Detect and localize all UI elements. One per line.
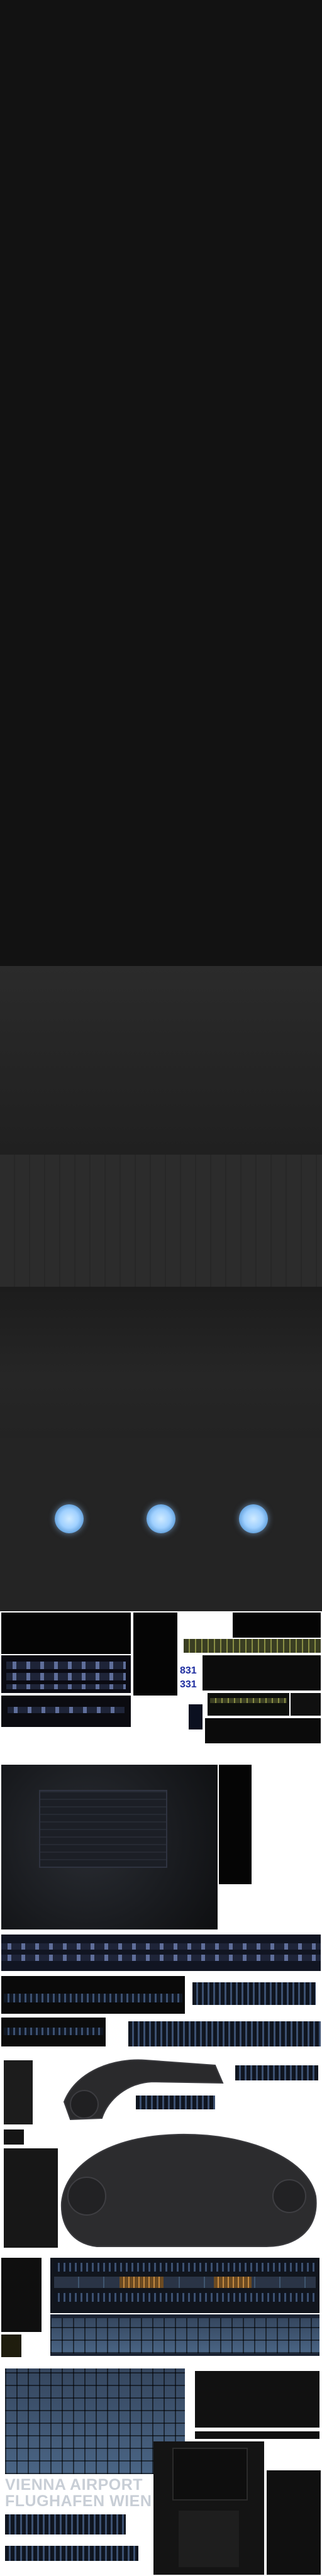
gate-number-bottom: 331 xyxy=(180,1679,197,1690)
texture-block-olive-tile xyxy=(1,2334,21,2357)
glass-strip xyxy=(4,2028,103,2035)
window-strip xyxy=(8,1707,125,1713)
glass-strip xyxy=(4,1994,182,2002)
building-front-frame xyxy=(172,2448,248,2501)
texture-block-facade-band xyxy=(1,1935,321,1971)
gate-number-top: 831 xyxy=(180,1665,197,1676)
facade-window-row xyxy=(1,1943,321,1950)
texture-block-dark-small xyxy=(4,2129,24,2145)
apron-light-3 xyxy=(239,1504,268,1533)
texture-block-black-right xyxy=(233,1613,321,1638)
orange-window-block-1 xyxy=(119,2277,164,2288)
texture-block-dark-row xyxy=(1,2018,106,2046)
texture-block-building-front xyxy=(153,2441,264,2575)
orange-window-row xyxy=(54,2277,316,2288)
texture-block-facade-orange xyxy=(50,2258,319,2313)
glass-row xyxy=(54,2293,316,2302)
texture-block-olive-strip xyxy=(184,1639,321,1653)
texture-band-panels xyxy=(0,1155,322,1287)
building-front-panel xyxy=(179,2511,239,2567)
roof-structure xyxy=(39,1790,167,1868)
texture-atlas-sheet: 831 331 VIENNA AIRPORT FLUGHAFEN WIEN xyxy=(0,1611,322,2576)
facade-window-row xyxy=(1,1955,321,1961)
texture-block-dark-panel xyxy=(203,1655,321,1690)
blue-facade-grid xyxy=(50,2318,319,2353)
window-strip xyxy=(6,1662,126,1669)
glass-row xyxy=(54,2263,316,2272)
texture-block-small-blue xyxy=(189,1704,203,1729)
roof-hub-2 xyxy=(272,2179,306,2213)
orange-window-block-2 xyxy=(214,2277,252,2288)
texture-block-dark-column xyxy=(4,2060,33,2124)
window-strip xyxy=(6,1673,126,1680)
texture-block-dark-panel-3 xyxy=(291,1693,321,1716)
texture-block-glass-mid xyxy=(128,2021,321,2046)
texture-block-dark-column-2 xyxy=(4,2148,58,2248)
texture-block-glass-right xyxy=(192,1982,316,2005)
texture-blank-dark-area xyxy=(0,0,322,966)
texture-block-terminal-roof xyxy=(1,1765,218,1929)
texture-block-black-tall xyxy=(133,1613,177,1696)
roof-hub xyxy=(67,2177,106,2216)
texture-block-windows-strip xyxy=(1,1696,131,1727)
window-strip xyxy=(6,1684,126,1689)
texture-band-concrete-1 xyxy=(0,966,322,1155)
texture-band-concrete-2 xyxy=(0,1287,322,1438)
gate-number-panel: 831 331 xyxy=(179,1657,201,1702)
texture-block-glass-right-2 xyxy=(235,2065,318,2080)
texture-block-dark-tall xyxy=(1,2258,42,2332)
apron-light-1 xyxy=(55,1504,84,1533)
apron-light-2 xyxy=(147,1504,175,1533)
texture-block-dark-lower xyxy=(205,1718,321,1743)
terminal-curved-roof-lower xyxy=(60,2133,317,2247)
terminal-curved-roof-upper xyxy=(63,2059,224,2121)
texture-block-dark-right-2 xyxy=(195,2431,319,2439)
texture-block-dark-right xyxy=(195,2371,319,2428)
texture-block-glass-bottom-2 xyxy=(5,2546,138,2561)
texture-block-dark-panel-2 xyxy=(208,1693,289,1716)
roof-ring xyxy=(70,2090,99,2119)
texture-block-glass-bottom-1 xyxy=(5,2514,126,2534)
texture-block-dark-wide xyxy=(1,1976,185,2014)
texture-block-black-small xyxy=(219,1765,252,1884)
texture-block-windows-blue xyxy=(1,1655,131,1693)
texture-block-dark-bottom-right xyxy=(267,2470,321,2575)
texture-block-blue-facade xyxy=(50,2314,319,2356)
texture-block-black xyxy=(1,1613,131,1654)
window-strip-olive xyxy=(210,1698,287,1703)
texture-band-lights xyxy=(0,1438,322,1611)
texture-block-glass-small xyxy=(136,2096,215,2109)
